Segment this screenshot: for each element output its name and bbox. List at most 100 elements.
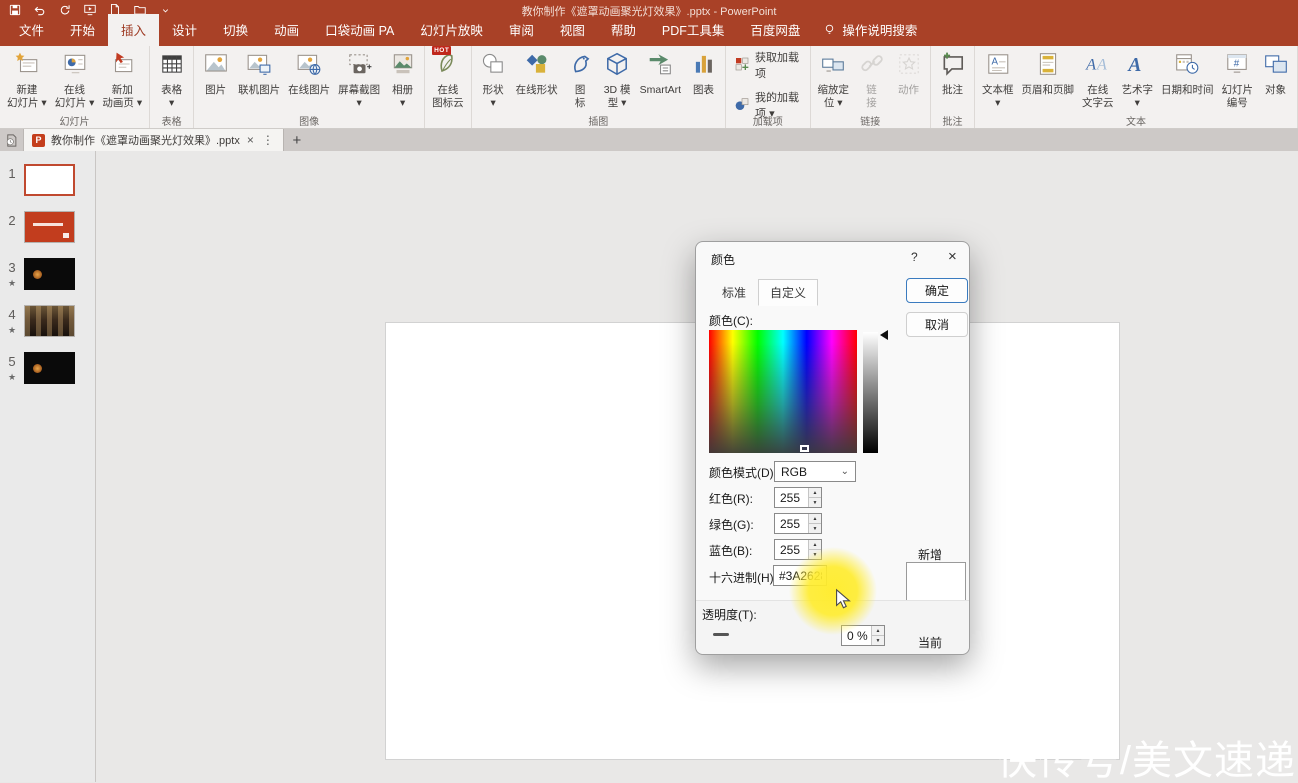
link-button[interactable]: 链 接 xyxy=(853,47,890,110)
ribbon-tab-审阅[interactable]: 审阅 xyxy=(496,14,547,46)
color-gradient-marker[interactable] xyxy=(800,445,809,452)
ribbon-tab-动画[interactable]: 动画 xyxy=(261,14,312,46)
object-button[interactable]: 对象 xyxy=(1257,47,1294,97)
ribbon-group-表格: 表格 ▾ 表格 xyxy=(150,46,194,128)
ribbon-tab-插入[interactable]: 插入 xyxy=(108,14,159,46)
svg-text:#: # xyxy=(1234,59,1240,70)
dialog-close-button[interactable]: × xyxy=(948,248,957,265)
svg-text:A: A xyxy=(991,57,998,68)
ok-button[interactable]: 确定 xyxy=(906,278,968,303)
watermark: 快传号/美文速递 xyxy=(997,740,1296,782)
online-shapes-button[interactable]: 在线形状 xyxy=(512,47,562,97)
text-box-button[interactable]: A文本框 ▾ xyxy=(978,47,1018,110)
slide-thumbnail-item-2[interactable]: 2 xyxy=(0,211,95,243)
ribbon-tab-口袋动画 PA[interactable]: 口袋动画 PA xyxy=(312,14,407,46)
ribbon-tab-视图[interactable]: 视图 xyxy=(547,14,598,46)
linked-picture-button[interactable]: 联机图片 xyxy=(234,47,284,97)
green-spinner[interactable]: ▲▼ xyxy=(808,514,821,533)
wordart-icon: A xyxy=(1124,51,1150,82)
color-mode-select[interactable]: RGB ⌄ xyxy=(774,461,856,482)
red-label: 红色(R): xyxy=(709,490,753,507)
dialog-title: 颜色 xyxy=(711,251,735,268)
screenshot-icon xyxy=(346,51,372,82)
title-bar: 教你制作《遮罩动画聚光灯效果》.pptx - PowerPoint 文件开始插入… xyxy=(0,0,1298,46)
linked-picture-icon xyxy=(246,51,272,82)
slide-thumbnail-item-1[interactable]: 1 xyxy=(0,164,95,196)
ribbon: 新建 幻灯片 ▾在线 幻灯片 ▾新加 动画页 ▾幻灯片表格 ▾表格图片联机图片在… xyxy=(0,46,1298,129)
get-addins-button[interactable]: 获取加载项 xyxy=(729,47,806,83)
icons-button[interactable]: 图 标 xyxy=(562,47,599,110)
tell-me-search[interactable]: 操作说明搜索 xyxy=(813,14,927,46)
table-button[interactable]: 表格 ▾ xyxy=(153,47,190,110)
ribbon-group-label: 加载项 xyxy=(726,113,809,128)
online-slide-button[interactable]: 在线 幻灯片 ▾ xyxy=(51,47,99,110)
luminance-bar[interactable] xyxy=(863,332,878,453)
document-tab-title: 教你制作《遮罩动画聚光灯效果》.pptx xyxy=(51,132,240,148)
transparency-label: 透明度(T): xyxy=(702,606,757,623)
transparency-spinner[interactable]: ▲▼ xyxy=(871,626,884,645)
luminance-slider-arrow-icon[interactable] xyxy=(880,330,888,340)
wordart-button[interactable]: A艺术字 ▾ xyxy=(1118,47,1158,110)
document-more-icon[interactable]: ⋮ xyxy=(261,133,275,147)
cancel-button[interactable]: 取消 xyxy=(906,312,968,337)
ribbon-tab-切换[interactable]: 切换 xyxy=(210,14,261,46)
action-button[interactable]: 动作 xyxy=(890,47,927,97)
red-spinner[interactable]: ▲▼ xyxy=(808,488,821,507)
color-gradient-picker[interactable] xyxy=(709,330,857,453)
ribbon-group-label: 插图 xyxy=(472,113,725,128)
ribbon-tab-文件[interactable]: 文件 xyxy=(6,14,57,46)
transparency-slider[interactable] xyxy=(713,633,729,636)
ribbon-group-插图: 形状 ▾在线形状图 标3D 模 型 ▾SmartArt图表插图 xyxy=(472,46,726,128)
online-shapes-icon xyxy=(524,51,550,82)
screenshot-button[interactable]: 屏幕截图 ▾ xyxy=(334,47,384,110)
ribbon-group-图像: 图片联机图片在线图片屏幕截图 ▾相册 ▾图像 xyxy=(194,46,425,128)
ribbon-tab-设计[interactable]: 设计 xyxy=(159,14,210,46)
smartart-button[interactable]: SmartArt xyxy=(636,47,685,97)
slide-thumbnail-item-4[interactable]: 4★ xyxy=(0,305,95,337)
photo-album-button[interactable]: 相册 ▾ xyxy=(384,47,421,110)
word-cloud-button[interactable]: AA在线 文字云 xyxy=(1078,47,1118,110)
ribbon-group-label: 表格 xyxy=(150,113,193,128)
tab-standard[interactable]: 标准 xyxy=(710,279,758,306)
tab-custom[interactable]: 自定义 xyxy=(758,279,818,306)
action-icon xyxy=(896,51,922,82)
close-document-icon[interactable]: × xyxy=(246,133,255,147)
slide-thumbnail-item-3[interactable]: 3★ xyxy=(0,258,95,290)
powerpoint-file-icon: P xyxy=(32,134,45,147)
hot-badge: HOT xyxy=(432,46,451,55)
new-animation-page-button[interactable]: 新加 动画页 ▾ xyxy=(98,47,146,110)
ribbon-tab-百度网盘[interactable]: 百度网盘 xyxy=(737,14,813,46)
slide-thumbnail-item-5[interactable]: 5★ xyxy=(0,352,95,384)
shapes-button[interactable]: 形状 ▾ xyxy=(475,47,512,110)
icon-cloud-button[interactable]: 在线 图标云HOT xyxy=(428,47,468,110)
slide-thumbnail[interactable] xyxy=(24,305,75,337)
comment-button[interactable]: 批注 xyxy=(934,47,971,97)
slide-thumbnail[interactable] xyxy=(24,352,75,384)
ribbon-tab-开始[interactable]: 开始 xyxy=(57,14,108,46)
slide-thumbnail[interactable] xyxy=(24,211,75,243)
date-time-button[interactable]: 日期和时间 xyxy=(1157,47,1218,97)
ribbon-group-label: 链接 xyxy=(811,113,931,128)
new-document-tab-button[interactable]: + xyxy=(284,129,310,151)
chart-button[interactable]: 图表 xyxy=(685,47,722,97)
ribbon-tab-帮助[interactable]: 帮助 xyxy=(598,14,649,46)
blue-spinner[interactable]: ▲▼ xyxy=(808,540,821,559)
slide-thumbnail-selected[interactable] xyxy=(24,164,75,196)
hex-input[interactable] xyxy=(773,565,827,586)
svg-text:A: A xyxy=(1096,55,1107,73)
ribbon-tab-幻灯片放映[interactable]: 幻灯片放映 xyxy=(407,14,496,46)
online-picture-button[interactable]: 在线图片 xyxy=(284,47,334,97)
dialog-help-button[interactable]: ? xyxy=(911,250,918,264)
new-slide-button[interactable]: 新建 幻灯片 ▾ xyxy=(3,47,51,110)
blue-label: 蓝色(B): xyxy=(709,542,752,559)
shapes-icon xyxy=(480,51,506,82)
picture-button[interactable]: 图片 xyxy=(197,47,234,97)
ribbon-tab-PDF工具集[interactable]: PDF工具集 xyxy=(649,14,738,46)
slide-number-button[interactable]: #幻灯片 编号 xyxy=(1218,47,1258,110)
3d-model-button[interactable]: 3D 模 型 ▾ xyxy=(599,47,636,110)
document-tab[interactable]: P 教你制作《遮罩动画聚光灯效果》.pptx × ⋮ xyxy=(24,129,284,151)
zoom-link-button[interactable]: 缩放定 位 ▾ xyxy=(814,47,854,110)
slide-thumbnail[interactable] xyxy=(24,258,75,290)
header-footer-button[interactable]: 页眉和页脚 xyxy=(1018,47,1079,97)
history-icon[interactable] xyxy=(0,129,24,151)
